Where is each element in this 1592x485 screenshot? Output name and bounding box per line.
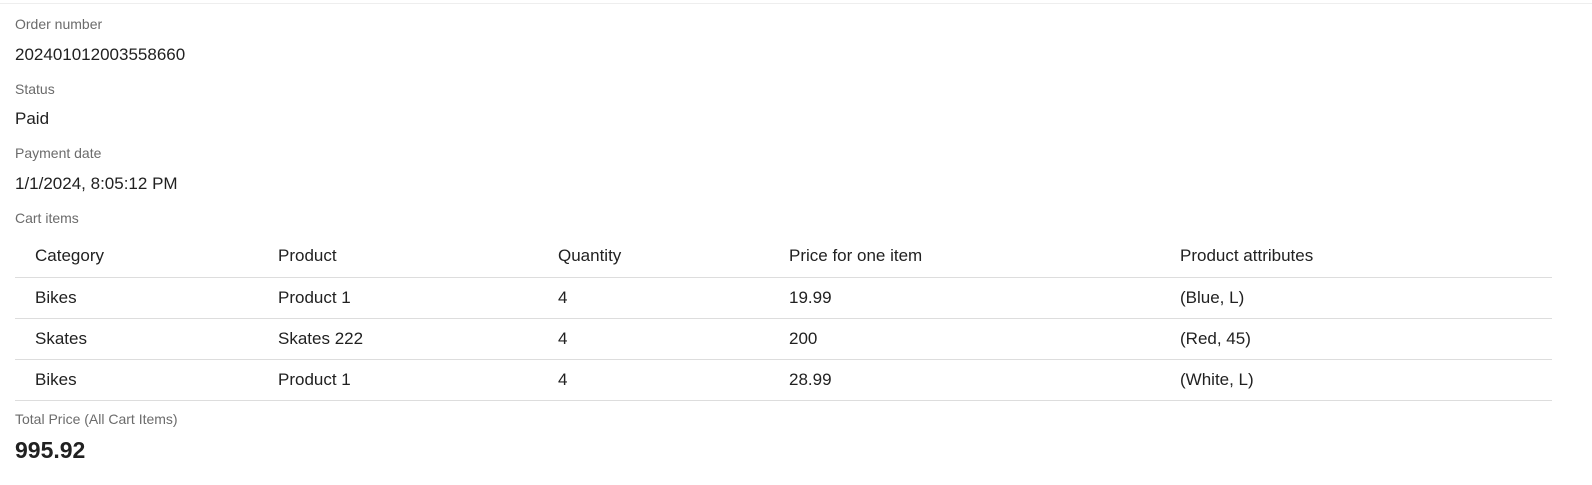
cell-attributes: (White, L) xyxy=(1180,370,1254,389)
column-header-quantity: Quantity xyxy=(558,245,622,265)
cell-price: 200 xyxy=(789,329,818,348)
status-label: Status xyxy=(15,81,55,97)
table-row: Bikes Product 1 4 19.99 (Blue, L) xyxy=(15,278,1552,319)
table-header-row: Category Product Quantity Price for one … xyxy=(15,234,1552,278)
cell-attributes: (Blue, L) xyxy=(1180,288,1245,307)
top-divider xyxy=(0,0,1592,4)
column-header-product: Product xyxy=(278,245,337,265)
cell-attributes: (Red, 45) xyxy=(1180,329,1251,348)
cell-category: Bikes xyxy=(35,370,77,389)
payment-date-label: Payment date xyxy=(15,145,102,161)
cell-category: Skates xyxy=(35,329,87,348)
order-number-label: Order number xyxy=(15,16,103,32)
payment-date-value: 1/1/2024, 8:05:12 PM xyxy=(15,174,178,193)
cell-quantity: 4 xyxy=(558,288,568,307)
order-number-value: 202401012003558660 xyxy=(15,45,186,64)
total-price-label: Total Price (All Cart Items) xyxy=(15,411,178,427)
table-row: Bikes Product 1 4 28.99 (White, L) xyxy=(15,360,1552,401)
cell-category: Bikes xyxy=(35,288,77,307)
status-value: Paid xyxy=(15,109,50,128)
total-price-value: 995.92 xyxy=(15,437,86,463)
cell-product: Skates 222 xyxy=(278,329,364,348)
cart-items-label: Cart items xyxy=(15,210,79,226)
column-header-category: Category xyxy=(35,245,104,265)
cell-product: Product 1 xyxy=(278,370,351,389)
cell-price: 28.99 xyxy=(789,370,832,389)
cart-items-table: Category Product Quantity Price for one … xyxy=(15,234,1552,401)
column-header-price: Price for one item xyxy=(789,245,923,265)
cell-quantity: 4 xyxy=(558,329,568,348)
table-row: Skates Skates 222 4 200 (Red, 45) xyxy=(15,319,1552,360)
cell-quantity: 4 xyxy=(558,370,568,389)
cell-price: 19.99 xyxy=(789,288,832,307)
column-header-attributes: Product attributes xyxy=(1180,245,1314,265)
cell-product: Product 1 xyxy=(278,288,351,307)
